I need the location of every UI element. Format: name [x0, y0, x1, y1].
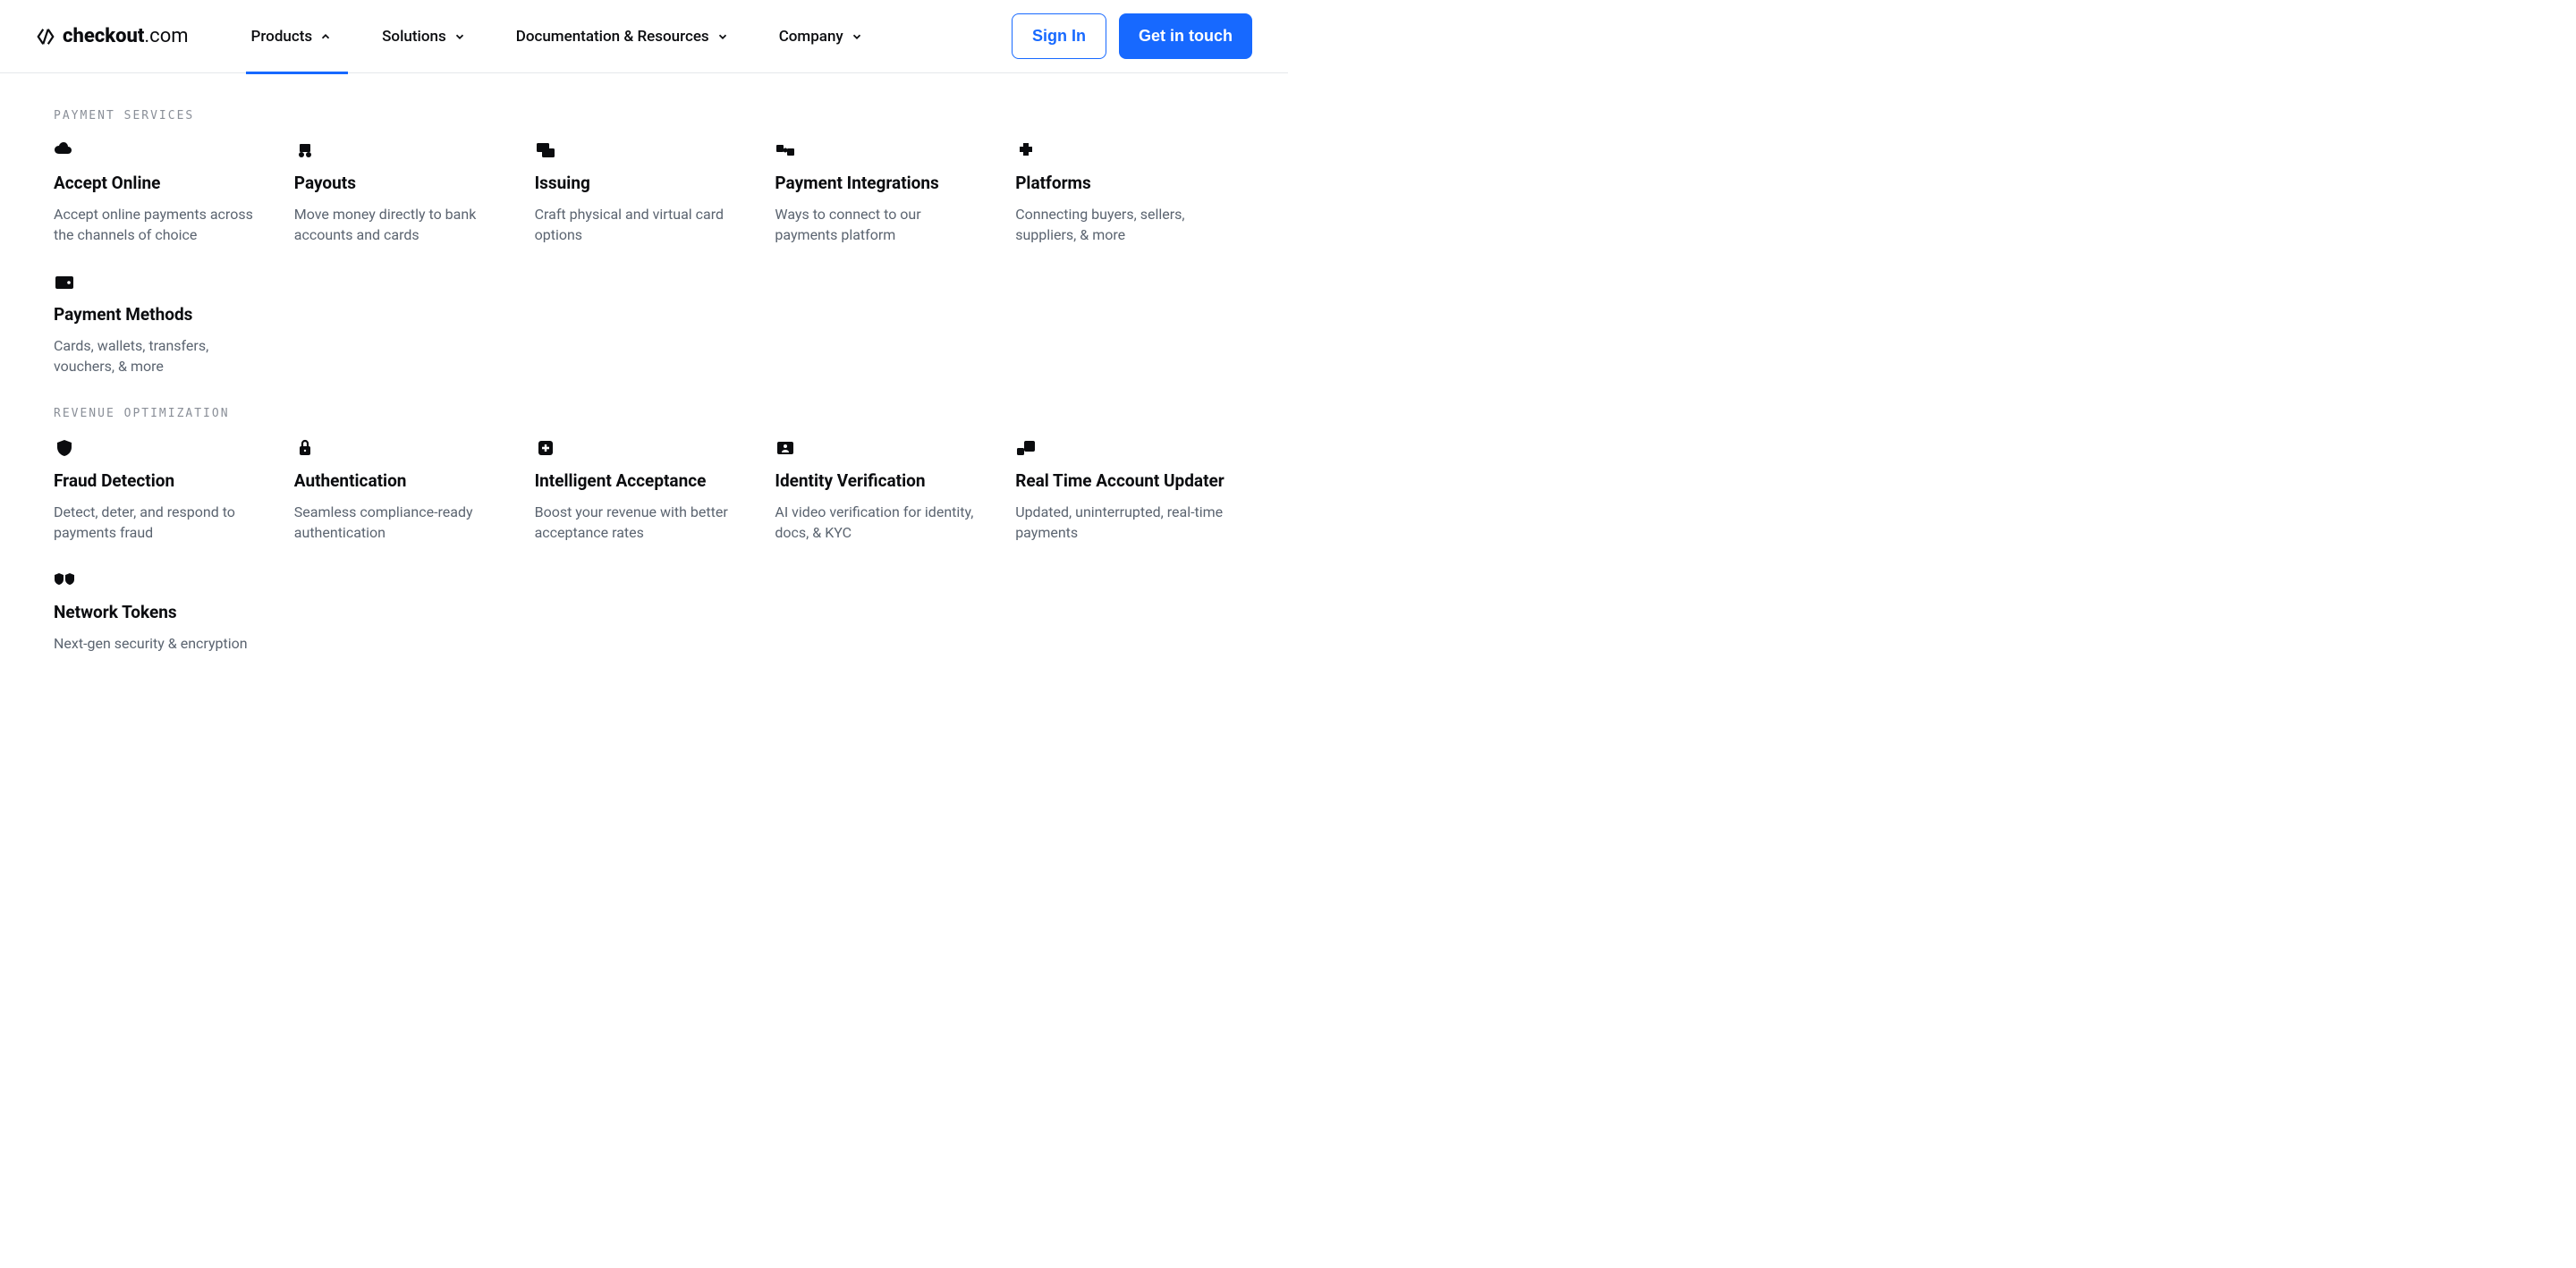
- card-platforms[interactable]: Platforms Connecting buyers, sellers, su…: [1015, 140, 1226, 245]
- card-accept-online[interactable]: Accept Online Accept online payments acr…: [54, 140, 265, 245]
- shield-icon: [54, 438, 77, 458]
- brand-text: checkout.com: [63, 25, 189, 47]
- updater-icon: [1015, 438, 1038, 458]
- nav-company[interactable]: Company: [779, 0, 863, 73]
- card-desc: Seamless compliance-ready authentication: [294, 502, 505, 543]
- signin-button[interactable]: Sign In: [1012, 13, 1106, 59]
- card-title: Accept Online: [54, 173, 265, 195]
- header: checkout.com Products Solutions Document…: [0, 0, 1288, 73]
- chevron-down-icon: [716, 30, 729, 43]
- platforms-icon: [1015, 140, 1038, 160]
- card-desc: Accept online payments across the channe…: [54, 204, 265, 245]
- header-actions: Sign In Get in touch: [1012, 13, 1252, 59]
- nav-products[interactable]: Products: [251, 0, 333, 73]
- card-title: Intelligent Acceptance: [535, 470, 746, 493]
- card-title: Platforms: [1015, 173, 1226, 195]
- card-title: Payouts: [294, 173, 505, 195]
- card-desc: Connecting buyers, sellers, suppliers, &…: [1015, 204, 1226, 245]
- nav-label: Solutions: [382, 28, 446, 46]
- nav-solutions[interactable]: Solutions: [382, 0, 466, 73]
- card-desc: Cards, wallets, transfers, vouchers, & m…: [54, 335, 265, 376]
- card-title: Authentication: [294, 470, 505, 493]
- card-identity-verification[interactable]: Identity Verification AI video verificat…: [775, 438, 986, 543]
- plus-box-icon: [535, 438, 558, 458]
- card-title: Payment Integrations: [775, 173, 986, 195]
- card-desc: AI video verification for identity, docs…: [775, 502, 986, 543]
- integrations-icon: [775, 140, 798, 160]
- card-title: Payment Methods: [54, 304, 265, 326]
- chevron-up-icon: [319, 30, 332, 43]
- products-megamenu: PAYMENT SERVICES Accept Online Accept on…: [0, 73, 1288, 720]
- card-desc: Updated, uninterrupted, real-time paymen…: [1015, 502, 1226, 543]
- nav-label: Documentation & Resources: [516, 28, 709, 46]
- card-network-tokens[interactable]: Network Tokens Next-gen security & encry…: [54, 570, 265, 654]
- id-icon: [775, 438, 798, 458]
- card-desc: Craft physical and virtual card options: [535, 204, 746, 245]
- card-title: Identity Verification: [775, 470, 986, 493]
- card-intelligent-acceptance[interactable]: Intelligent Acceptance Boost your revenu…: [535, 438, 746, 543]
- payouts-icon: [294, 140, 318, 160]
- card-payouts[interactable]: Payouts Move money directly to bank acco…: [294, 140, 505, 245]
- issuing-icon: [535, 140, 558, 160]
- section-label-payment-services: PAYMENT SERVICES: [54, 109, 1234, 123]
- card-title: Issuing: [535, 173, 746, 195]
- chevron-down-icon: [453, 30, 466, 43]
- card-issuing[interactable]: Issuing Craft physical and virtual card …: [535, 140, 746, 245]
- card-fraud-detection[interactable]: Fraud Detection Detect, deter, and respo…: [54, 438, 265, 543]
- cloud-icon: [54, 140, 77, 160]
- section-label-revenue-optimization: REVENUE OPTIMIZATION: [54, 407, 1234, 420]
- wallet-icon: [54, 272, 77, 292]
- card-payment-methods[interactable]: Payment Methods Cards, wallets, transfer…: [54, 272, 265, 376]
- card-integrations[interactable]: Payment Integrations Ways to connect to …: [775, 140, 986, 245]
- card-authentication[interactable]: Authentication Seamless compliance-ready…: [294, 438, 505, 543]
- main-nav: Products Solutions Documentation & Resou…: [251, 0, 1012, 73]
- contact-button[interactable]: Get in touch: [1119, 13, 1252, 59]
- card-title: Network Tokens: [54, 602, 265, 624]
- logo-mark-icon: [36, 27, 55, 46]
- lock-icon: [294, 438, 318, 458]
- payment-services-grid: Accept Online Accept online payments acr…: [54, 140, 1234, 376]
- card-desc: Boost your revenue with better acceptanc…: [535, 502, 746, 543]
- card-title: Fraud Detection: [54, 470, 265, 493]
- revenue-optimization-grid: Fraud Detection Detect, deter, and respo…: [54, 438, 1234, 654]
- chevron-down-icon: [851, 30, 863, 43]
- card-title: Real Time Account Updater: [1015, 470, 1226, 493]
- card-desc: Detect, deter, and respond to payments f…: [54, 502, 265, 543]
- card-desc: Next-gen security & encryption: [54, 633, 265, 654]
- card-desc: Move money directly to bank accounts and…: [294, 204, 505, 245]
- nav-label: Products: [251, 28, 313, 46]
- nav-docs[interactable]: Documentation & Resources: [516, 0, 729, 73]
- card-desc: Ways to connect to our payments platform: [775, 204, 986, 245]
- nav-label: Company: [779, 28, 843, 46]
- card-account-updater[interactable]: Real Time Account Updater Updated, unint…: [1015, 438, 1226, 543]
- tokens-icon: [54, 570, 77, 589]
- logo[interactable]: checkout.com: [36, 25, 189, 47]
